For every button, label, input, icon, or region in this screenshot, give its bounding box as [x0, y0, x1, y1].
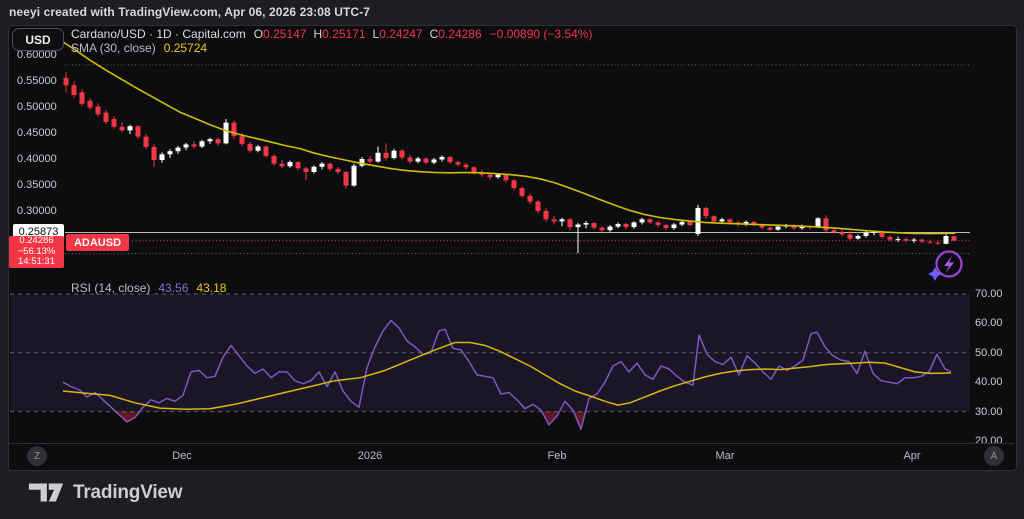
- rsi-tick: 60.00: [975, 317, 1003, 329]
- ohlc-pair: H0.25171: [313, 27, 366, 41]
- last-price-label: 0.24286 −56.13% 14:51:31: [9, 236, 64, 268]
- price-tick: 0.40000: [17, 153, 57, 165]
- currency-toggle-button[interactable]: USD: [12, 28, 64, 51]
- change-value: −0.00890 (−3.54%): [489, 27, 593, 41]
- rsi-legend[interactable]: RSI (14, close) 43.56 43.18: [71, 281, 226, 295]
- rsi-tick: 70.00: [975, 288, 1003, 300]
- symbol-title: Cardano/USD · 1D · Capital.com: [71, 27, 246, 41]
- price-tick: 0.55000: [17, 75, 57, 87]
- sma-label: SMA (30, close): [71, 41, 156, 55]
- ohlc-values: O0.25147 H0.25171 L0.24247 C0.24286: [254, 27, 482, 41]
- tradingview-snapshot: neeyi created with TradingView.com, Apr …: [0, 0, 1024, 519]
- time-tick: Dec: [172, 450, 192, 462]
- time-scale[interactable]: Z A Dec 2026 Feb Mar Apr: [9, 443, 1014, 469]
- time-tick: Mar: [715, 450, 735, 462]
- rsi-ma-value: 43.18: [196, 281, 227, 295]
- time-tick: 2026: [357, 450, 383, 462]
- bar-countdown: 14:51:31: [18, 256, 55, 268]
- sma-legend[interactable]: SMA (30, close) 0.25724: [71, 41, 207, 55]
- time-tick: Feb: [547, 450, 567, 462]
- rsi-label: RSI (14, close): [71, 281, 151, 295]
- price-tick: 0.50000: [17, 101, 57, 113]
- rsi-tick: 50.00: [975, 347, 1003, 359]
- ohlc-pair: L0.24247: [372, 27, 423, 41]
- price-tick: 0.45000: [17, 127, 57, 139]
- symbol-price-tag: ADAUSD: [66, 234, 129, 251]
- rsi-tick: 40.00: [975, 376, 1003, 388]
- rsi-value: 43.56: [158, 281, 189, 295]
- ohlc-pair: O0.25147: [253, 27, 307, 41]
- price-tick: 0.35000: [17, 179, 57, 191]
- timezone-button[interactable]: Z: [27, 446, 47, 466]
- sma-value: 0.25724: [163, 41, 208, 55]
- symbol-legend[interactable]: Cardano/USD · 1D · Capital.com O0.25147 H…: [71, 27, 592, 41]
- price-tick: 0.30000: [17, 205, 57, 217]
- chart-canvas[interactable]: [0, 0, 1024, 519]
- rsi-tick: 30.00: [975, 406, 1003, 418]
- ohlc-pair: C0.24286: [429, 27, 482, 41]
- flash-reaction-icon[interactable]: [928, 245, 968, 283]
- auto-scale-button[interactable]: A: [984, 446, 1004, 466]
- time-tick: Apr: [903, 450, 921, 462]
